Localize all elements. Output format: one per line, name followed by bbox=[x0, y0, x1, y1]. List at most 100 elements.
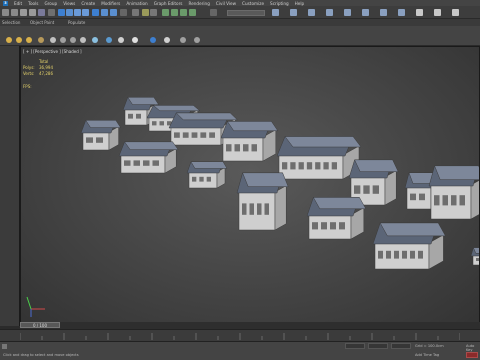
menu-item-scripting[interactable]: Scripting bbox=[270, 1, 289, 6]
render-icon[interactable] bbox=[434, 9, 441, 16]
house-window bbox=[209, 132, 215, 138]
ribbon-panel bbox=[0, 26, 480, 46]
snap-toggle-icon[interactable] bbox=[162, 9, 169, 16]
keyboard-shortcut-icon[interactable] bbox=[150, 9, 157, 16]
ribbon-tool-3-icon[interactable] bbox=[26, 37, 32, 43]
ribbon-tool-16-icon[interactable] bbox=[194, 37, 200, 43]
ribbon-tool-15-icon[interactable] bbox=[180, 37, 186, 43]
render-setup-icon[interactable] bbox=[398, 9, 405, 16]
menu-item-civil-view[interactable]: Civil View bbox=[216, 1, 236, 6]
window-crossing-icon[interactable] bbox=[82, 9, 89, 16]
menu-item-views[interactable]: Views bbox=[63, 1, 75, 6]
ribbon-tool-11-icon[interactable] bbox=[118, 37, 124, 43]
select-by-name-icon[interactable] bbox=[66, 9, 73, 16]
undo-icon[interactable] bbox=[2, 9, 9, 16]
bind-space-warp-icon[interactable] bbox=[38, 9, 45, 16]
named-selection-dropdown[interactable] bbox=[227, 9, 265, 16]
house-model-8 bbox=[186, 161, 228, 189]
angle-snap-icon[interactable] bbox=[171, 9, 178, 16]
fps-label: FPS: bbox=[23, 84, 32, 89]
layer-explorer-icon[interactable] bbox=[308, 9, 315, 16]
schematic-view-icon[interactable] bbox=[362, 9, 369, 16]
perspective-viewport[interactable]: [ + ] [Perspective ] [Shaded ] Total Pol… bbox=[20, 46, 480, 326]
ribbon-tool-13-icon[interactable] bbox=[150, 37, 156, 43]
house-window bbox=[264, 203, 269, 215]
spinner-snap-icon[interactable] bbox=[189, 9, 196, 16]
menu-item-customize[interactable]: Customize bbox=[242, 1, 264, 6]
edit-named-sel-icon[interactable] bbox=[210, 9, 217, 16]
menu-item-help[interactable]: Help bbox=[295, 1, 305, 6]
tab-selection[interactable]: Selection bbox=[2, 20, 20, 25]
align-icon[interactable] bbox=[290, 9, 297, 16]
house-window bbox=[206, 176, 211, 182]
menu-item-modifiers[interactable]: Modifiers bbox=[101, 1, 120, 6]
menu-item-graph-editors[interactable]: Graph Editors bbox=[154, 1, 183, 6]
reference-coord-icon[interactable] bbox=[120, 9, 127, 16]
house-window bbox=[315, 162, 321, 170]
ribbon-tool-9-icon[interactable] bbox=[92, 37, 98, 43]
time-slider[interactable]: 0 / 100 bbox=[20, 322, 480, 329]
verts-value: 47,286 bbox=[39, 71, 53, 76]
house-window bbox=[128, 113, 133, 119]
ribbon-tool-5-icon[interactable] bbox=[50, 37, 56, 43]
menu-item-edit[interactable]: Edit bbox=[14, 1, 22, 6]
rect-selection-icon[interactable] bbox=[74, 9, 81, 16]
ribbon-tool-2-icon[interactable] bbox=[16, 37, 22, 43]
house-window bbox=[477, 258, 479, 261]
add-time-tag[interactable]: Add Time Tag bbox=[415, 353, 439, 357]
selection-filter-icon[interactable] bbox=[48, 9, 55, 16]
viewport-layout-strip bbox=[0, 46, 20, 326]
select-move-icon[interactable] bbox=[92, 9, 99, 16]
select-rotate-icon[interactable] bbox=[101, 9, 108, 16]
percent-snap-icon[interactable] bbox=[180, 9, 187, 16]
coord-y-field[interactable] bbox=[368, 343, 388, 349]
house-window bbox=[402, 250, 407, 259]
ribbon-tool-4-icon[interactable] bbox=[38, 37, 44, 43]
ribbon-tool-12-icon[interactable] bbox=[132, 37, 138, 43]
toggle-ribbon-icon[interactable] bbox=[326, 9, 333, 16]
time-slider-knob[interactable]: 0 / 100 bbox=[20, 322, 60, 328]
house-model-6 bbox=[118, 141, 179, 174]
ribbon-tool-6-icon[interactable] bbox=[60, 37, 66, 43]
house-window bbox=[152, 121, 157, 126]
render-production-icon[interactable] bbox=[452, 9, 459, 16]
house-window bbox=[242, 203, 247, 215]
pivot-center-icon[interactable] bbox=[132, 9, 139, 16]
house-window bbox=[410, 193, 416, 201]
mirror-icon[interactable] bbox=[272, 9, 279, 16]
coord-z-field[interactable] bbox=[391, 343, 411, 349]
link-icon[interactable] bbox=[20, 9, 27, 16]
status-message: Click and drag to select and move object… bbox=[3, 353, 79, 357]
menu-item-create[interactable]: Create bbox=[81, 1, 95, 6]
menu-item-animation[interactable]: Animation bbox=[126, 1, 147, 6]
curve-editor-icon[interactable] bbox=[344, 9, 351, 16]
house-window bbox=[459, 195, 465, 206]
menu-item-tools[interactable]: Tools bbox=[28, 1, 38, 6]
rendered-frame-icon[interactable] bbox=[416, 9, 423, 16]
maxscript-listener-icon[interactable] bbox=[2, 344, 7, 349]
tab-populate[interactable]: Populate bbox=[68, 20, 85, 25]
house-window bbox=[251, 144, 257, 152]
menu-item-group[interactable]: Group bbox=[44, 1, 57, 6]
set-key-button[interactable] bbox=[466, 352, 478, 358]
ribbon-tool-10-icon[interactable] bbox=[106, 37, 112, 43]
viewport-label[interactable]: [ + ] [Perspective ] [Shaded ] bbox=[23, 49, 82, 54]
auto-key-button[interactable]: Auto Key bbox=[466, 344, 480, 352]
coord-x-field[interactable] bbox=[345, 343, 365, 349]
ribbon-tool-7-icon[interactable] bbox=[70, 37, 76, 43]
unlink-icon[interactable] bbox=[29, 9, 36, 16]
app-logo-icon[interactable]: 3 bbox=[3, 0, 8, 6]
house-window bbox=[306, 162, 313, 170]
select-object-icon[interactable] bbox=[58, 9, 65, 16]
tab-object-paint[interactable]: Object Paint bbox=[30, 20, 54, 25]
select-scale-icon[interactable] bbox=[110, 9, 117, 16]
redo-icon[interactable] bbox=[11, 9, 18, 16]
house-window bbox=[192, 176, 197, 182]
ribbon-tool-1-icon[interactable] bbox=[6, 37, 12, 43]
menu-item-rendering[interactable]: Rendering bbox=[188, 1, 209, 6]
house-window bbox=[451, 195, 457, 206]
material-editor-icon[interactable] bbox=[380, 9, 387, 16]
ribbon-tool-14-icon[interactable] bbox=[164, 37, 170, 43]
select-manipulate-icon[interactable] bbox=[142, 9, 149, 16]
ribbon-tool-8-icon[interactable] bbox=[80, 37, 86, 43]
